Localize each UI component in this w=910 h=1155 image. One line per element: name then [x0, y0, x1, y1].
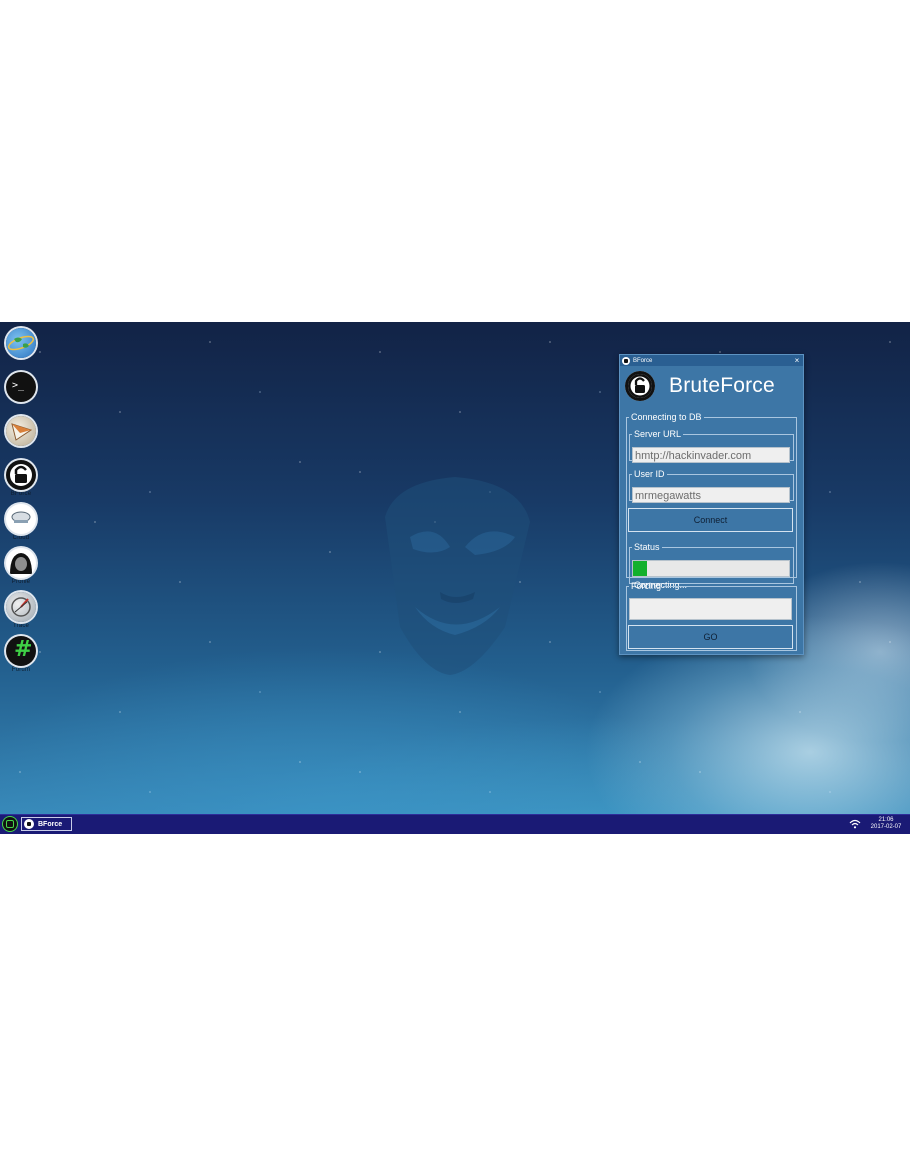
- desktop-icon-trace[interactable]: Trace: [4, 592, 38, 629]
- desktop-icon-forum[interactable]: # Forum: [4, 636, 38, 673]
- wifi-icon[interactable]: [849, 819, 861, 829]
- desktop-icon-profile[interactable]: Profile: [4, 548, 38, 585]
- window-title-bar[interactable]: BForce ×: [620, 355, 803, 366]
- start-menu-button[interactable]: [3, 817, 17, 831]
- server-url-label: Server URL: [634, 429, 682, 439]
- hashtag-icon: #: [6, 636, 36, 666]
- connection-progress-bar: [632, 560, 790, 577]
- desktop-icon-label: Cloud: [12, 535, 30, 541]
- desktop-icon-terminal[interactable]: >_: [4, 372, 38, 403]
- status-group: Status Connecting...: [629, 542, 794, 590]
- clock-date: 2017-02-07: [870, 824, 902, 830]
- app-small-icon: [622, 356, 630, 365]
- desktop-icon-browser[interactable]: [4, 328, 38, 359]
- terminal-glyph: >_: [12, 380, 25, 391]
- user-id-group: User ID mrmegawatts: [629, 469, 794, 503]
- window-title: BForce: [633, 357, 653, 364]
- anonymous-mask-logo: [385, 477, 530, 675]
- desktop-icon-label: Trace: [12, 623, 30, 629]
- clock-time: 21:06: [878, 817, 894, 823]
- user-id-field[interactable]: mrmegawatts: [632, 487, 790, 503]
- profile-icon: [6, 548, 36, 578]
- mail-icon: [6, 416, 36, 446]
- app-title: BruteForce: [669, 374, 775, 397]
- forcing-label: Forcing: [631, 581, 662, 591]
- server-url-field[interactable]: hmtp://hackinvader.com: [632, 447, 790, 463]
- bruteforce-window: BForce × BruteForce Connecting to DB Ser…: [619, 354, 804, 655]
- connecting-group: Connecting to DB Server URL hmtp://hacki…: [626, 412, 797, 590]
- user-id-label: User ID: [634, 469, 665, 479]
- connecting-group-label: Connecting to DB: [631, 412, 702, 422]
- progress-fill: [633, 561, 648, 576]
- forcing-output-field[interactable]: [629, 598, 792, 620]
- page: >_ BForce Cloud Profile Trace # Forum BF…: [0, 0, 910, 1155]
- terminal-icon: >_: [6, 372, 36, 402]
- desktop-icon-label: Forum: [11, 667, 31, 673]
- desktop-icon-mail[interactable]: [4, 416, 38, 447]
- go-button[interactable]: GO: [628, 625, 793, 649]
- connect-button[interactable]: Connect: [628, 508, 793, 532]
- taskbar-item-bforce[interactable]: BForce: [21, 817, 72, 831]
- desktop-icon-label: BForce: [10, 491, 32, 497]
- desktop-icon-cloud[interactable]: Cloud: [4, 504, 38, 541]
- trace-icon: [6, 592, 36, 622]
- desktop-icon-label: Profile: [11, 579, 31, 585]
- system-clock[interactable]: 21:06 2017-02-07: [866, 817, 906, 831]
- status-label: Status: [634, 542, 660, 552]
- server-url-group: Server URL hmtp://hackinvader.com: [629, 429, 794, 463]
- taskbar-item-label: BForce: [38, 820, 63, 828]
- app-header: BruteForce: [620, 366, 803, 406]
- forcing-group: Forcing GO: [626, 581, 797, 651]
- bforce-logo-icon: [625, 371, 655, 401]
- close-icon[interactable]: ×: [791, 356, 803, 365]
- desktop-icon-bforce[interactable]: BForce: [4, 460, 38, 497]
- bforce-task-icon: [24, 819, 34, 829]
- browser-icon: [6, 328, 36, 358]
- bforce-icon: [6, 460, 36, 490]
- cloud-icon: [6, 504, 36, 534]
- hashtag-glyph: #: [14, 637, 33, 662]
- taskbar: BForce 21:06 2017-02-07: [0, 814, 910, 834]
